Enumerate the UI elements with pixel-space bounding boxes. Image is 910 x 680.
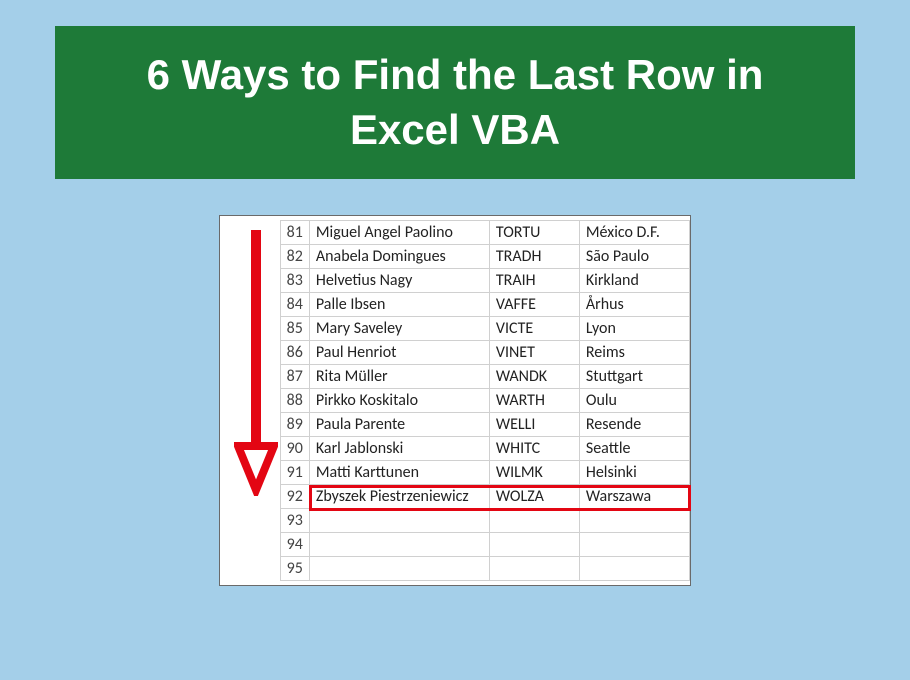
row-number: 82: [280, 245, 309, 269]
table-row: 93: [220, 509, 689, 533]
cell-code: VICTE: [489, 317, 579, 341]
cell-code: TORTU: [489, 221, 579, 245]
row-number: 86: [280, 341, 309, 365]
row-number: 90: [280, 437, 309, 461]
table-row: 90Karl JablonskiWHITCSeattle: [220, 437, 689, 461]
row-number: 85: [280, 317, 309, 341]
cell-city: México D.F.: [579, 221, 689, 245]
table-row: 92Zbyszek PiestrzeniewiczWOLZAWarszawa: [220, 485, 689, 509]
cell-city: [579, 557, 689, 581]
cell-code: WELLI: [489, 413, 579, 437]
cell-name: Palle Ibsen: [309, 293, 489, 317]
table-row: 86Paul HenriotVINETReims: [220, 341, 689, 365]
cell-name: Paul Henriot: [309, 341, 489, 365]
table-row: 88Pirkko KoskitaloWARTHOulu: [220, 389, 689, 413]
row-number: 92: [280, 485, 309, 509]
cell-city: [579, 509, 689, 533]
cell-code: VINET: [489, 341, 579, 365]
cell-name: Helvetius Nagy: [309, 269, 489, 293]
cell-code: WARTH: [489, 389, 579, 413]
cell-name: Matti Karttunen: [309, 461, 489, 485]
table-row: 94: [220, 533, 689, 557]
cell-name: [309, 533, 489, 557]
cell-code: [489, 533, 579, 557]
row-number: 95: [280, 557, 309, 581]
cell-city: Warszawa: [579, 485, 689, 509]
page-title: 6 Ways to Find the Last Row in Excel VBA: [55, 26, 855, 179]
row-number: 89: [280, 413, 309, 437]
down-arrow-icon: [234, 226, 278, 496]
table-row: 84Palle IbsenVAFFEÅrhus: [220, 293, 689, 317]
cell-city: Helsinki: [579, 461, 689, 485]
cell-name: Karl Jablonski: [309, 437, 489, 461]
table-row: 89Paula ParenteWELLIResende: [220, 413, 689, 437]
row-number: 81: [280, 221, 309, 245]
cell-city: Oulu: [579, 389, 689, 413]
cell-name: Rita Müller: [309, 365, 489, 389]
cell-name: [309, 509, 489, 533]
cell-name: Pirkko Koskitalo: [309, 389, 489, 413]
table-row: 82Anabela DominguesTRADHSão Paulo: [220, 245, 689, 269]
cell-city: Århus: [579, 293, 689, 317]
cell-code: TRADH: [489, 245, 579, 269]
row-number: 94: [280, 533, 309, 557]
cell-name: Paula Parente: [309, 413, 489, 437]
cell-code: WILMK: [489, 461, 579, 485]
cell-code: VAFFE: [489, 293, 579, 317]
cell-city: São Paulo: [579, 245, 689, 269]
spreadsheet-container: 81Miguel Angel PaolinoTORTUMéxico D.F.82…: [219, 215, 691, 586]
cell-city: Stuttgart: [579, 365, 689, 389]
cell-city: [579, 533, 689, 557]
cell-city: Kirkland: [579, 269, 689, 293]
cell-code: [489, 557, 579, 581]
row-number: 87: [280, 365, 309, 389]
row-number: 84: [280, 293, 309, 317]
cell-city: Resende: [579, 413, 689, 437]
row-number: 88: [280, 389, 309, 413]
row-number: 93: [280, 509, 309, 533]
data-table: 81Miguel Angel PaolinoTORTUMéxico D.F.82…: [220, 220, 690, 581]
cell-city: Lyon: [579, 317, 689, 341]
table-row: 85Mary SaveleyVICTELyon: [220, 317, 689, 341]
table-row: 87Rita MüllerWANDKStuttgart: [220, 365, 689, 389]
cell-code: [489, 509, 579, 533]
cell-code: TRAIH: [489, 269, 579, 293]
cell-name: Anabela Domingues: [309, 245, 489, 269]
table-row: 81Miguel Angel PaolinoTORTUMéxico D.F.: [220, 221, 689, 245]
cell-code: WHITC: [489, 437, 579, 461]
table-row: 95: [220, 557, 689, 581]
row-number: 91: [280, 461, 309, 485]
table-row: 91Matti KarttunenWILMKHelsinki: [220, 461, 689, 485]
cell-code: WANDK: [489, 365, 579, 389]
cell-code: WOLZA: [489, 485, 579, 509]
cell-name: Miguel Angel Paolino: [309, 221, 489, 245]
cell-city: Seattle: [579, 437, 689, 461]
cell-city: Reims: [579, 341, 689, 365]
cell-name: Mary Saveley: [309, 317, 489, 341]
table-row: 83Helvetius NagyTRAIHKirkland: [220, 269, 689, 293]
row-number: 83: [280, 269, 309, 293]
cell-name: [309, 557, 489, 581]
cell-name: Zbyszek Piestrzeniewicz: [309, 485, 489, 509]
